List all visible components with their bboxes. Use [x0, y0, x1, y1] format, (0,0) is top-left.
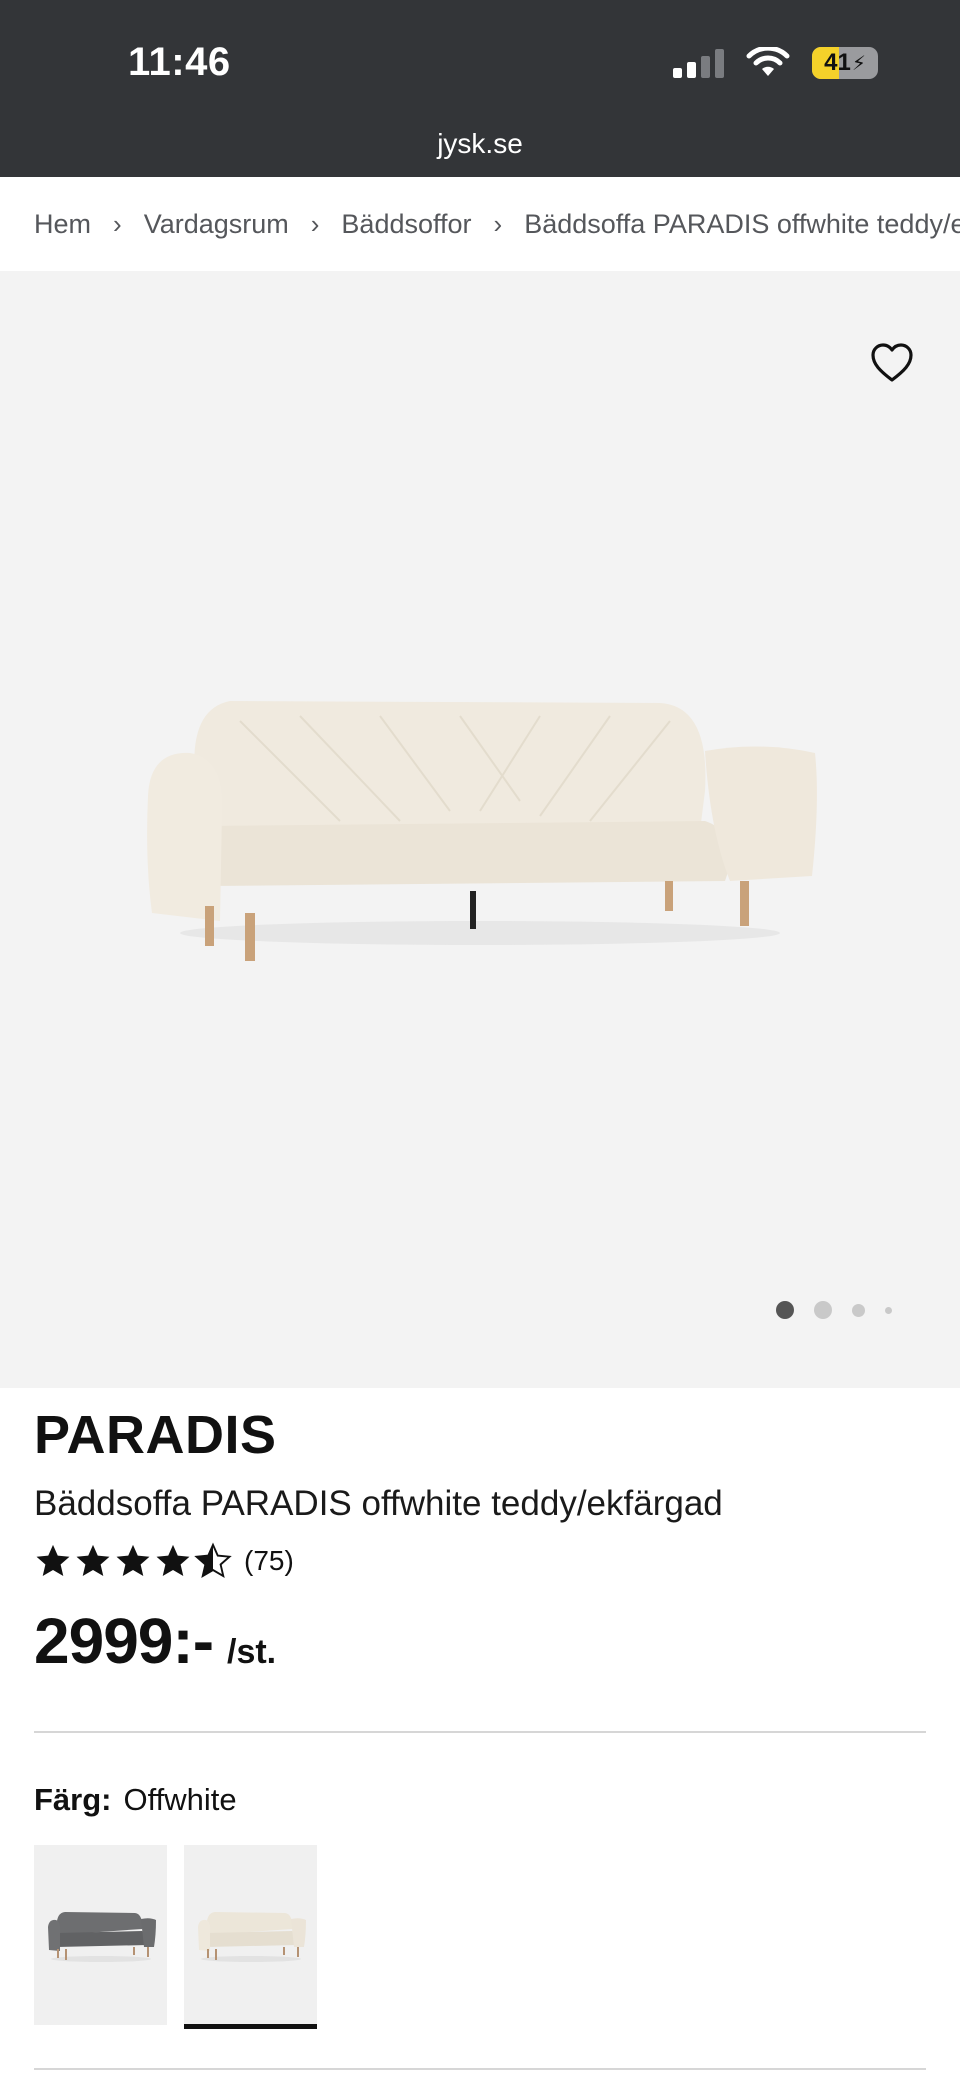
color-selector-label: Färg: Offwhite [34, 1782, 237, 1818]
star-icon [156, 1544, 190, 1577]
chevron-right-icon: › [113, 208, 122, 239]
price-row: 2999:- /st. [34, 1604, 276, 1678]
chevron-right-icon: › [310, 208, 320, 239]
status-time: 11:46 [128, 40, 231, 84]
breadcrumb-home[interactable]: Hem [34, 209, 91, 240]
breadcrumb-vardagsrum[interactable]: Vardagsrum [144, 209, 289, 240]
color-swatches [34, 1845, 317, 2029]
pagination-dot[interactable] [776, 1301, 794, 1319]
browser-top-bar: 11:46 41 ⚡ jysk.se [0, 0, 960, 177]
pagination-dot[interactable] [852, 1303, 865, 1317]
heart-icon[interactable] [868, 339, 916, 387]
battery-level: 41 [824, 49, 851, 76]
breadcrumb: Hem › Vardagsrum › Bäddsoffor › Bäddsoff… [34, 177, 960, 271]
url-bar[interactable]: jysk.se [0, 128, 960, 160]
swatch-offwhite[interactable] [184, 1845, 317, 2029]
star-icon [76, 1544, 110, 1577]
star-icon [116, 1544, 150, 1577]
divider [34, 1731, 926, 1733]
grey-sofa-thumbnail [47, 1912, 156, 1962]
sofa-image [147, 701, 817, 961]
wifi-icon [746, 47, 790, 76]
price-unit: /st. [227, 1633, 277, 1671]
star-icon [36, 1544, 70, 1577]
breadcrumb-current[interactable]: Bäddsoffa PARADIS offwhite teddy/ekfärga… [524, 209, 960, 240]
product-price: 2999:- [34, 1605, 214, 1677]
rating-stars [34, 1542, 232, 1580]
review-count[interactable]: (75) [244, 1545, 294, 1577]
product-rating[interactable]: (75) [34, 1538, 294, 1584]
swatch-grey[interactable] [34, 1845, 167, 2025]
cellular-signal-icon [673, 48, 724, 78]
half-star-icon [194, 1542, 232, 1578]
status-icons: 41 ⚡ [673, 46, 878, 80]
pagination-dot[interactable] [885, 1306, 892, 1314]
product-brand: PARADIS [34, 1405, 277, 1465]
pagination-dot[interactable] [814, 1301, 832, 1319]
battery-icon: 41 ⚡ [812, 47, 878, 79]
divider [34, 2068, 926, 2070]
gallery-pagination [776, 1301, 892, 1319]
color-value: Offwhite [123, 1782, 237, 1817]
product-name: Bäddsoffa PARADIS offwhite teddy/ekfärga… [34, 1484, 723, 1523]
breadcrumb-baddsoffor[interactable]: Bäddsoffor [341, 209, 471, 240]
product-gallery[interactable] [0, 271, 960, 1388]
offwhite-sofa-thumbnail [197, 1912, 306, 1962]
chevron-right-icon: › [493, 208, 503, 239]
color-label: Färg: [34, 1782, 112, 1817]
